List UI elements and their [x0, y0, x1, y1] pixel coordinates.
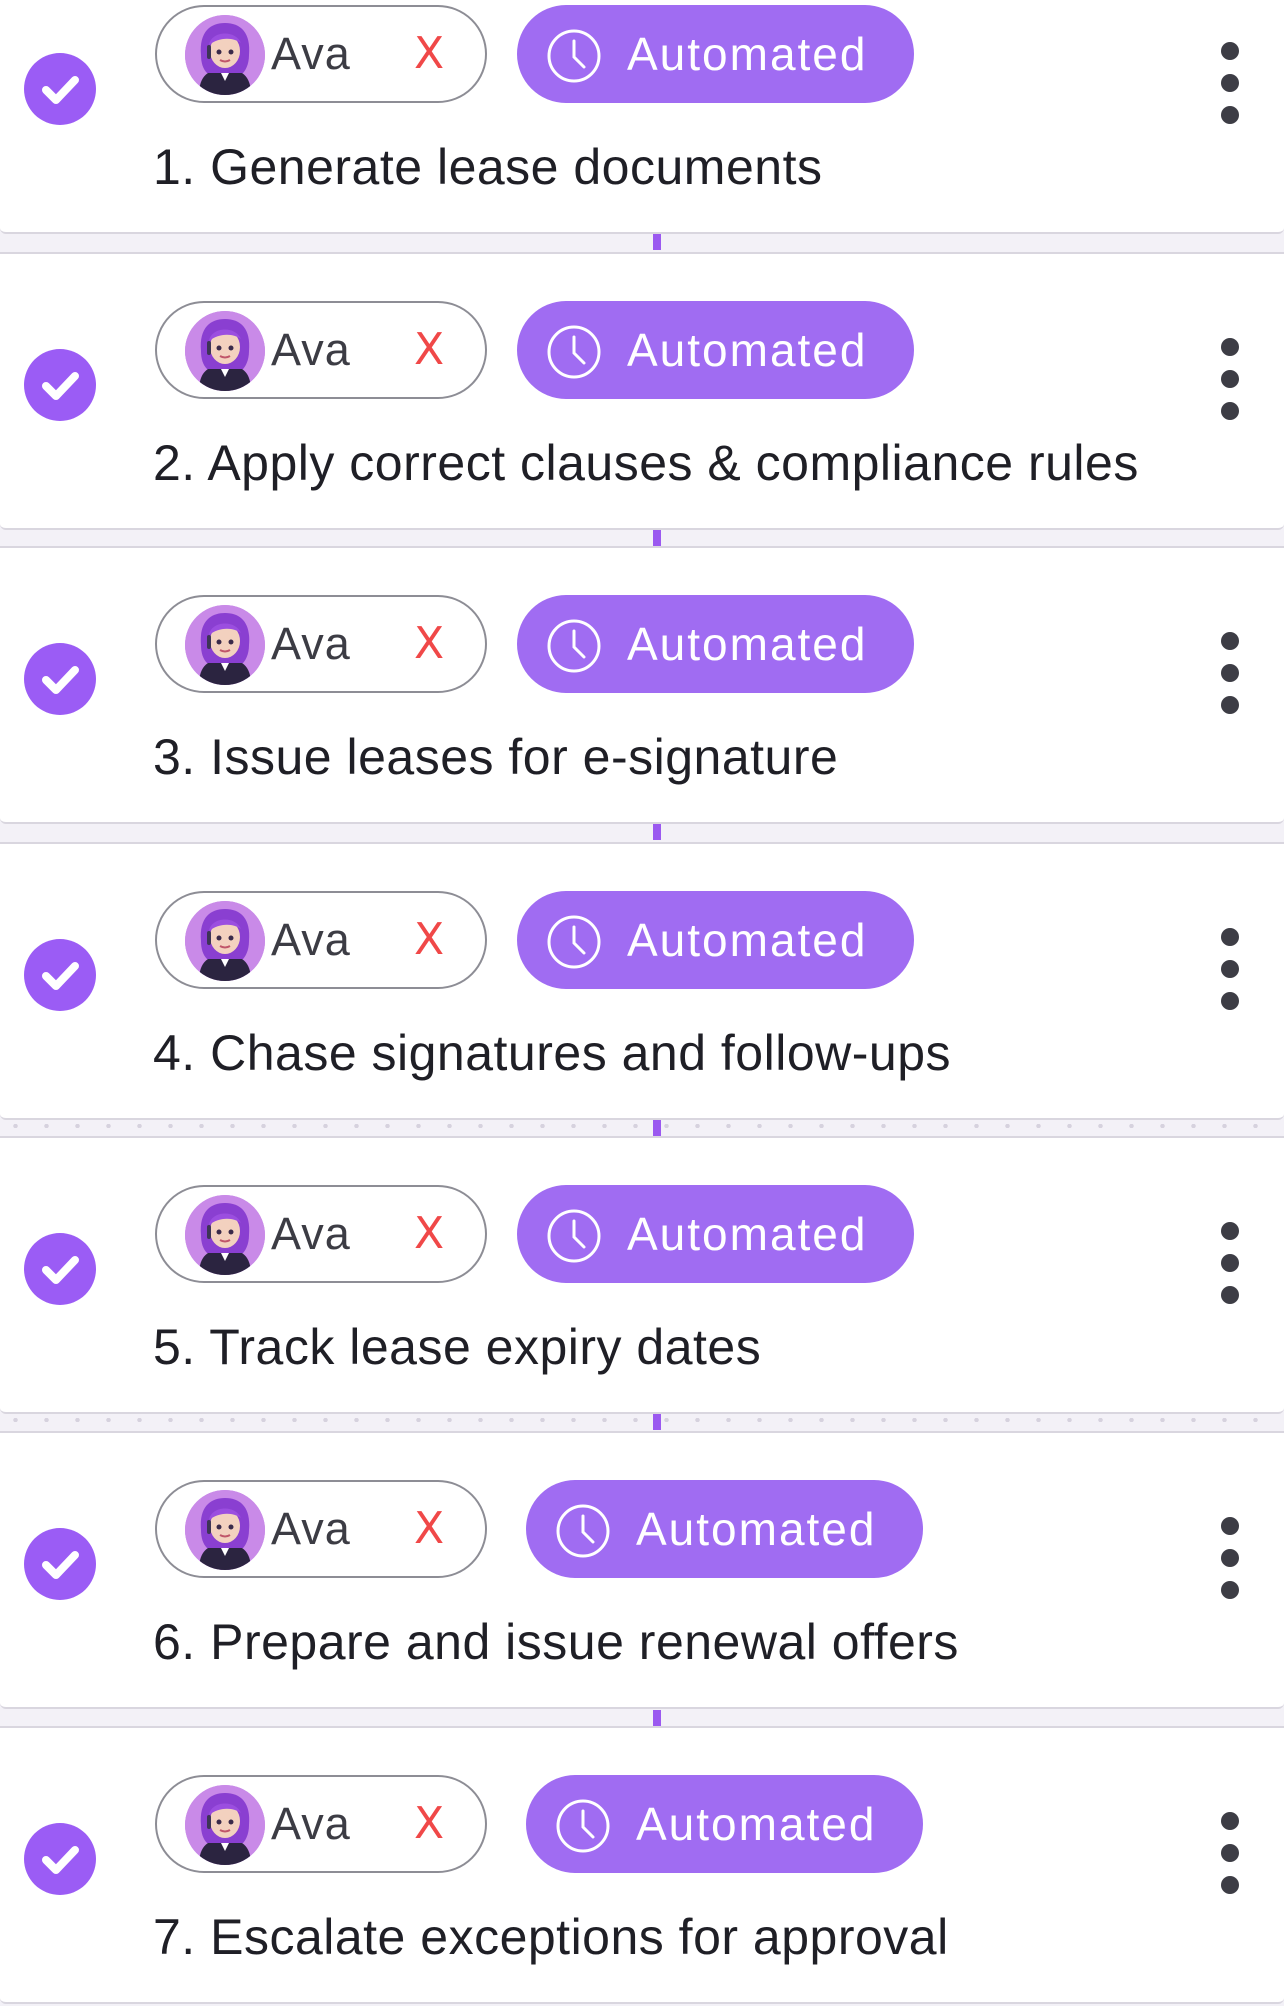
remove-assignee-button[interactable]: X	[414, 1499, 444, 1559]
ava-avatar-icon	[185, 901, 265, 981]
checkmark-circle-icon[interactable]	[24, 349, 96, 421]
kebab-menu-icon[interactable]	[1212, 928, 1248, 1038]
kebab-menu-icon[interactable]	[1212, 632, 1248, 742]
assignee-name: Ava	[271, 1208, 351, 1259]
clock-icon	[545, 1207, 603, 1265]
task-title: 2. Apply correct clauses & compliance ru…	[153, 435, 1139, 491]
task-title: 7. Escalate exceptions for approval	[153, 1909, 949, 1965]
clock-icon	[545, 323, 603, 381]
assignee-name: Ava	[271, 324, 351, 375]
status-label: Automated	[627, 618, 868, 670]
task-connector	[653, 1120, 661, 1136]
task-connector	[653, 824, 661, 840]
clock-icon	[545, 617, 603, 675]
assignee-chip[interactable]: Ava X	[155, 1185, 487, 1283]
task-connector	[653, 530, 661, 546]
assignee-chip[interactable]: Ava X	[155, 5, 487, 103]
ava-avatar-icon	[185, 311, 265, 391]
assignee-chip[interactable]: Ava X	[155, 1480, 487, 1578]
assignee-name: Ava	[271, 1503, 351, 1554]
checkmark-circle-icon[interactable]	[24, 939, 96, 1011]
task-title: 6. Prepare and issue renewal offers	[153, 1614, 959, 1670]
ava-avatar-icon	[185, 1195, 265, 1275]
remove-assignee-button[interactable]: X	[414, 24, 444, 84]
divider	[0, 1418, 1284, 1422]
assignee-chip[interactable]: Ava X	[155, 301, 487, 399]
task-card-content: Ava X Automated 3. Issue leases for e-signa…	[0, 592, 1284, 826]
task-title: 5. Track lease expiry dates	[153, 1319, 762, 1375]
checkmark-circle-icon[interactable]	[24, 53, 96, 125]
kebab-menu-icon[interactable]	[1212, 1222, 1248, 1332]
status-badge[interactable]: Automated	[517, 595, 914, 693]
task-card[interactable]: Ava X Automated 3. Issue leases for e-signa…	[0, 546, 1284, 824]
assignee-name: Ava	[271, 618, 351, 669]
ava-avatar-icon	[185, 1490, 265, 1570]
task-card[interactable]: Ava X Automated 4. Chase signatures and fol…	[0, 842, 1284, 1120]
clock-icon	[545, 27, 603, 85]
ava-avatar-icon	[185, 15, 265, 95]
status-label: Automated	[627, 1208, 868, 1260]
task-connector	[653, 234, 661, 250]
task-card-content: Ava X Automated 4. Chase signatures and fol…	[0, 888, 1284, 1122]
remove-assignee-button[interactable]: X	[414, 1204, 444, 1264]
task-title: 4. Chase signatures and follow-ups	[153, 1025, 952, 1081]
status-label: Automated	[636, 1798, 877, 1850]
divider	[0, 1124, 1284, 1128]
task-card[interactable]: Ava X Automated 2. Apply correct clauses & …	[0, 252, 1284, 530]
status-badge[interactable]: Automated	[526, 1480, 923, 1578]
status-label: Automated	[627, 28, 868, 80]
task-title: 1. Generate lease documents	[153, 139, 823, 195]
status-label: Automated	[627, 914, 868, 966]
kebab-menu-icon[interactable]	[1212, 338, 1248, 448]
assignee-chip[interactable]: Ava X	[155, 1775, 487, 1873]
kebab-menu-icon[interactable]	[1212, 1812, 1248, 1922]
checkmark-circle-icon[interactable]	[24, 1233, 96, 1305]
task-title: 3. Issue leases for e-signature	[153, 729, 839, 785]
task-card-content: Ava X Automated 1. Generate lease documents	[0, 2, 1284, 236]
task-card-content: Ava X Automated 6. Prepare and issue renewa…	[0, 1477, 1284, 1711]
status-badge[interactable]: Automated	[517, 1185, 914, 1283]
remove-assignee-button[interactable]: X	[414, 1794, 444, 1854]
assignee-name: Ava	[271, 1798, 351, 1849]
status-label: Automated	[636, 1503, 877, 1555]
clock-icon	[545, 913, 603, 971]
task-card[interactable]: Ava X Automated 6. Prepare and issue renewa…	[0, 1431, 1284, 1709]
ava-avatar-icon	[185, 1785, 265, 1865]
checkmark-circle-icon[interactable]	[24, 1528, 96, 1600]
task-card[interactable]: Ava X Automated 7. Escalate exceptions for …	[0, 1726, 1284, 2004]
task-card-content: Ava X Automated 2. Apply correct clauses & …	[0, 298, 1284, 532]
assignee-name: Ava	[271, 28, 351, 79]
task-connector	[653, 1414, 661, 1430]
assignee-name: Ava	[271, 914, 351, 965]
status-badge[interactable]: Automated	[517, 891, 914, 989]
assignee-chip[interactable]: Ava X	[155, 891, 487, 989]
remove-assignee-button[interactable]: X	[414, 614, 444, 674]
task-card-content: Ava X Automated 5. Track lease expiry dates	[0, 1182, 1284, 1416]
clock-icon	[554, 1797, 612, 1855]
status-badge[interactable]: Automated	[517, 5, 914, 103]
task-connector	[653, 1710, 661, 1726]
ava-avatar-icon	[185, 605, 265, 685]
status-badge[interactable]: Automated	[517, 301, 914, 399]
kebab-menu-icon[interactable]	[1212, 1517, 1248, 1627]
status-label: Automated	[627, 324, 868, 376]
checkmark-circle-icon[interactable]	[24, 1823, 96, 1895]
clock-icon	[554, 1502, 612, 1560]
remove-assignee-button[interactable]: X	[414, 910, 444, 970]
task-card[interactable]: Ava X Automated 1. Generate lease documents	[0, 0, 1284, 234]
task-card[interactable]: Ava X Automated 5. Track lease expiry dates	[0, 1136, 1284, 1414]
assignee-chip[interactable]: Ava X	[155, 595, 487, 693]
remove-assignee-button[interactable]: X	[414, 320, 444, 380]
checkmark-circle-icon[interactable]	[24, 643, 96, 715]
task-card-content: Ava X Automated 7. Escalate exceptions for …	[0, 1772, 1284, 2006]
status-badge[interactable]: Automated	[526, 1775, 923, 1873]
kebab-menu-icon[interactable]	[1212, 42, 1248, 152]
